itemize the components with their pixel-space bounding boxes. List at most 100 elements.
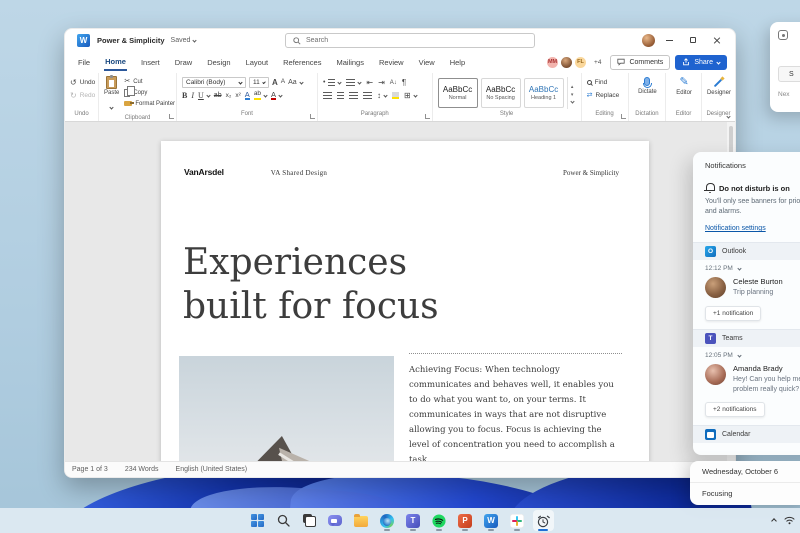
word-button[interactable]: W	[481, 510, 502, 531]
language-indicator[interactable]: English (United States)	[176, 466, 248, 473]
numbering-button[interactable]	[346, 79, 361, 86]
copy-button[interactable]: Copy	[124, 87, 175, 98]
replace-button[interactable]: ⇄Replace	[587, 89, 624, 102]
more-notifications-button[interactable]: +2 notifications	[705, 402, 765, 417]
line-spacing-button[interactable]: ↕	[377, 92, 387, 100]
superscript-button[interactable]: x²	[235, 92, 240, 99]
chevron-down-icon[interactable]	[737, 266, 741, 270]
tab-view[interactable]: View	[418, 55, 436, 70]
wifi-icon[interactable]	[784, 516, 795, 525]
text-effects-button[interactable]: A	[245, 91, 250, 101]
clock-app-button[interactable]	[533, 510, 554, 531]
tab-mailings[interactable]: Mailings	[335, 55, 365, 70]
strikethrough-button[interactable]: ab	[214, 92, 222, 99]
share-button[interactable]: Share	[675, 55, 727, 70]
tab-help[interactable]: Help	[449, 55, 466, 70]
dictate-button[interactable]: Dictate	[629, 73, 666, 110]
bullets-button[interactable]: •	[323, 79, 341, 86]
search-box[interactable]: Search	[285, 33, 535, 48]
justify-button[interactable]	[363, 92, 372, 99]
calendar-section-header[interactable]: Calendar	[693, 425, 800, 443]
grow-font-button[interactable]: A	[272, 79, 278, 87]
tab-draw[interactable]: Draw	[174, 55, 194, 70]
style-gallery-expand-icon[interactable]	[570, 99, 574, 103]
font-family-combo[interactable]: Calibri (Body)	[182, 77, 246, 88]
tab-references[interactable]: References	[282, 55, 322, 70]
tab-design[interactable]: Design	[206, 55, 231, 70]
powerpoint-button[interactable]: P	[455, 510, 476, 531]
font-color-button[interactable]: A	[271, 91, 282, 101]
taskbar-search-button[interactable]	[273, 510, 294, 531]
pilcrow-button[interactable]: ¶	[402, 79, 406, 87]
italic-button[interactable]: I	[191, 91, 194, 100]
align-center-button[interactable]	[337, 92, 344, 99]
tab-layout[interactable]: Layout	[245, 55, 270, 70]
find-button[interactable]: Find	[587, 76, 624, 89]
teams-button[interactable]: T	[403, 510, 424, 531]
chat-button[interactable]	[325, 510, 346, 531]
user-avatar[interactable]	[642, 34, 655, 47]
chevron-down-icon[interactable]	[737, 353, 741, 357]
align-left-button[interactable]	[323, 92, 332, 99]
editor-button[interactable]: ✎ Editor	[666, 73, 701, 110]
flyout-button[interactable]: S	[778, 66, 800, 82]
dialog-launcher-icon[interactable]	[310, 114, 315, 119]
more-notifications-button[interactable]: +1 notification	[705, 306, 761, 321]
dialog-launcher-icon[interactable]	[621, 114, 626, 119]
document-photo[interactable]	[179, 356, 394, 461]
change-case-button[interactable]: Aa	[288, 79, 303, 86]
file-explorer-button[interactable]	[351, 510, 372, 531]
close-button[interactable]	[707, 33, 727, 48]
undo-button[interactable]: ↺Undo	[70, 76, 94, 89]
collab-overflow-count[interactable]: +4	[594, 59, 601, 66]
minimize-button[interactable]	[659, 33, 679, 48]
highlight-color-button[interactable]: ab	[254, 91, 267, 100]
borders-button[interactable]: ⊞	[404, 92, 417, 100]
tab-home[interactable]: Home	[104, 54, 127, 71]
save-status[interactable]: Saved	[171, 37, 197, 44]
shading-button[interactable]	[392, 92, 399, 99]
outlook-section-header[interactable]: O Outlook	[693, 242, 800, 260]
outlook-notification[interactable]: 12:12 PM Celeste Burton Trip planning +1…	[693, 260, 800, 321]
align-right-button[interactable]	[349, 92, 358, 99]
sort-button[interactable]: A↓	[390, 80, 397, 86]
style-heading1[interactable]: AaBbCcHeading 1	[524, 78, 564, 108]
collab-avatar-fl[interactable]: FL	[574, 56, 587, 69]
subscript-button[interactable]: x₂	[226, 92, 232, 99]
style-gallery-down-icon[interactable]: ▾	[571, 92, 574, 98]
dialog-launcher-icon[interactable]	[169, 114, 174, 119]
slack-button[interactable]	[507, 510, 528, 531]
dialog-launcher-icon[interactable]	[425, 114, 430, 119]
teams-notification[interactable]: 12:05 PM Amanda Brady Hey! Can you help …	[693, 347, 800, 417]
tab-review[interactable]: Review	[378, 55, 405, 70]
collab-avatar-mm[interactable]: MM	[546, 56, 559, 69]
shrink-font-button[interactable]: A	[281, 79, 285, 86]
font-size-combo[interactable]: 11	[249, 77, 269, 88]
teams-section-header[interactable]: T Teams	[693, 329, 800, 347]
task-view-button[interactable]	[299, 510, 320, 531]
focus-status-row[interactable]: Focusing	[690, 483, 800, 504]
comments-button[interactable]: Comments	[610, 55, 670, 70]
word-count[interactable]: 234 Words	[125, 466, 159, 473]
tray-overflow-icon[interactable]	[771, 518, 777, 524]
date-row[interactable]: Wednesday, October 6	[690, 461, 800, 482]
outdent-icon[interactable]: ⇤	[366, 79, 373, 87]
notification-settings-link[interactable]: Notification settings	[705, 225, 800, 232]
bold-button[interactable]: B	[182, 91, 187, 100]
document-page[interactable]: VanArsdel VA Shared Design Power & Simpl…	[161, 141, 649, 461]
format-painter-button[interactable]: Format Painter	[124, 98, 175, 109]
tab-insert[interactable]: Insert	[140, 55, 161, 70]
style-gallery-up-icon[interactable]: ▴	[571, 84, 574, 90]
maximize-button[interactable]	[683, 33, 703, 48]
redo-button[interactable]: ↻Redo	[70, 89, 94, 102]
paste-button[interactable]: Paste	[104, 76, 119, 114]
edge-button[interactable]	[377, 510, 398, 531]
indent-icon[interactable]: ⇥	[378, 79, 385, 87]
spotify-button[interactable]	[429, 510, 450, 531]
style-no-spacing[interactable]: AaBbCcNo Spacing	[481, 78, 521, 108]
start-button[interactable]	[247, 510, 268, 531]
designer-button[interactable]: Designer	[702, 73, 735, 110]
collab-avatar-photo[interactable]	[560, 56, 573, 69]
page-indicator[interactable]: Page 1 of 3	[72, 466, 108, 473]
style-normal[interactable]: AaBbCcNormal	[438, 78, 478, 108]
